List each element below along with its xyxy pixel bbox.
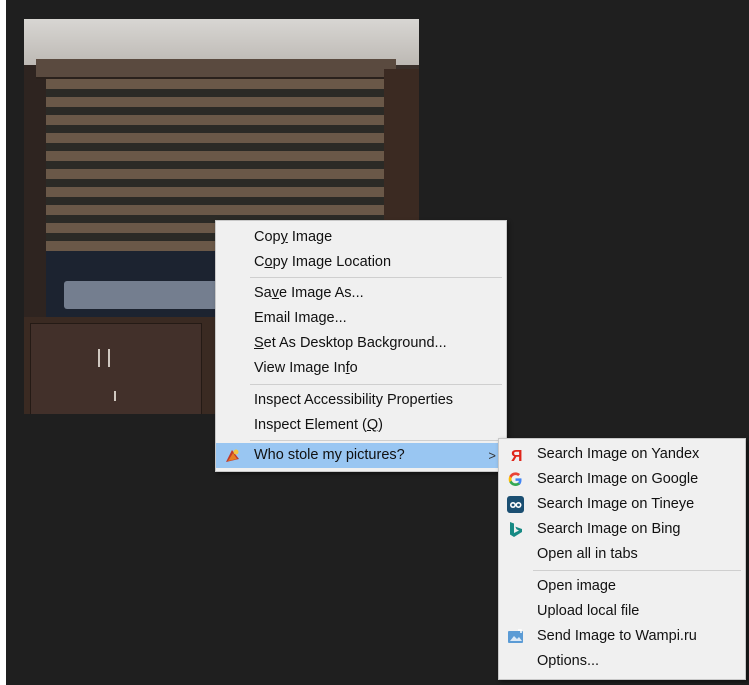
menu-item-save-image-as[interactable]: Save Image As... (216, 281, 506, 306)
yandex-icon: Я (511, 448, 523, 463)
submenu-item-options[interactable]: Options... (499, 649, 745, 674)
image-context-menu: Copy Image Copy Image Location Save Imag… (215, 220, 507, 472)
menu-separator (533, 570, 741, 571)
wampi-icon (508, 629, 523, 643)
submenu-item-send-wampi[interactable]: Send Image to Wampi.ru (499, 624, 745, 649)
submenu-item-open-image[interactable]: Open image (499, 574, 745, 599)
svg-text:Я: Я (511, 448, 523, 463)
submenu-item-open-all-tabs[interactable]: Open all in tabs (499, 542, 745, 567)
photo-handle (114, 391, 116, 401)
menu-item-who-stole-my-pictures[interactable]: Who stole my pictures? > (216, 443, 506, 468)
photo-shelf-items (64, 281, 224, 309)
submenu-item-yandex[interactable]: Я Search Image on Yandex (499, 442, 745, 467)
menu-item-view-image-info[interactable]: View Image Info (216, 356, 506, 381)
menu-item-set-desktop-background[interactable]: Set As Desktop Background... (216, 331, 506, 356)
submenu-arrow-icon: > (488, 448, 496, 463)
menu-item-email-image[interactable]: Email Image... (216, 306, 506, 331)
google-icon (508, 472, 522, 486)
submenu-item-tineye[interactable]: Search Image on Tineye (499, 492, 745, 517)
menu-separator (250, 440, 502, 441)
photo-handle (108, 349, 110, 367)
who-stole-extension-icon (226, 449, 239, 462)
menu-item-inspect-element[interactable]: Inspect Element (Q) (216, 413, 506, 438)
menu-item-copy-image-location[interactable]: Copy Image Location (216, 250, 506, 275)
menu-item-inspect-accessibility[interactable]: Inspect Accessibility Properties (216, 388, 506, 413)
tineye-icon (507, 496, 524, 513)
bing-icon (510, 522, 522, 537)
photo-blind-top (36, 59, 396, 79)
submenu-item-upload-local-file[interactable]: Upload local file (499, 599, 745, 624)
menu-separator (250, 277, 502, 278)
menu-item-copy-image[interactable]: Copy Image (216, 225, 506, 250)
who-stole-submenu: Я Search Image on Yandex Search Image on… (498, 438, 746, 680)
menu-separator (250, 384, 502, 385)
photo-handle (98, 349, 100, 367)
submenu-item-google[interactable]: Search Image on Google (499, 467, 745, 492)
photo-cabinet-door (30, 323, 202, 414)
submenu-item-bing[interactable]: Search Image on Bing (499, 517, 745, 542)
